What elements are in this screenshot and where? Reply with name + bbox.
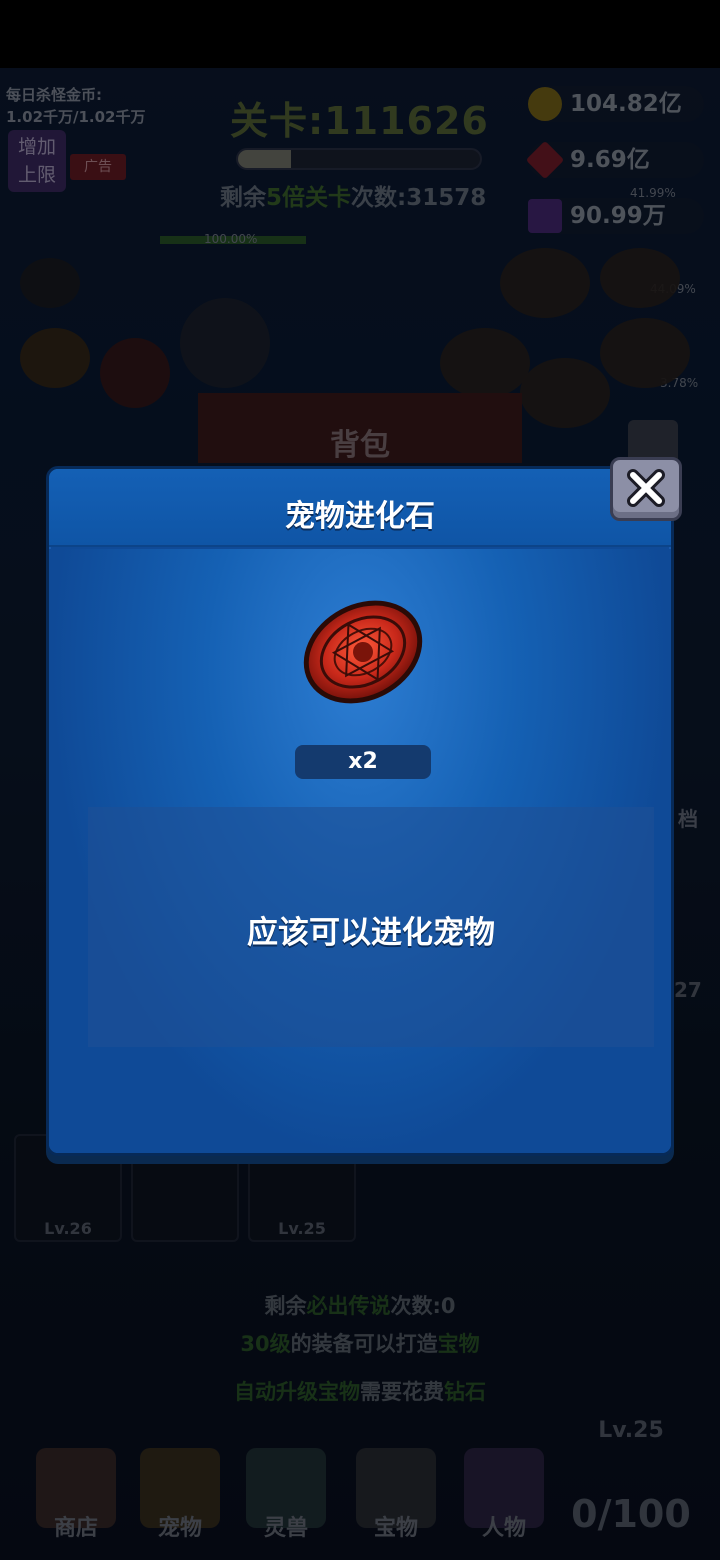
- description-box: 应该可以进化宠物: [88, 807, 654, 1047]
- modal-header: 宠物进化石: [49, 469, 671, 547]
- close-icon: [627, 469, 665, 507]
- pet-evolution-stone-icon: [303, 600, 423, 704]
- modal-close-button[interactable]: [610, 457, 682, 521]
- item-quantity: x2: [295, 745, 431, 779]
- status-bar: [0, 0, 720, 68]
- item-description: 应该可以进化宠物: [247, 915, 495, 951]
- modal-title: 宠物进化石: [285, 499, 435, 534]
- item-detail-modal: 宠物进化石 x2 应该可以进化宠物: [46, 466, 674, 1156]
